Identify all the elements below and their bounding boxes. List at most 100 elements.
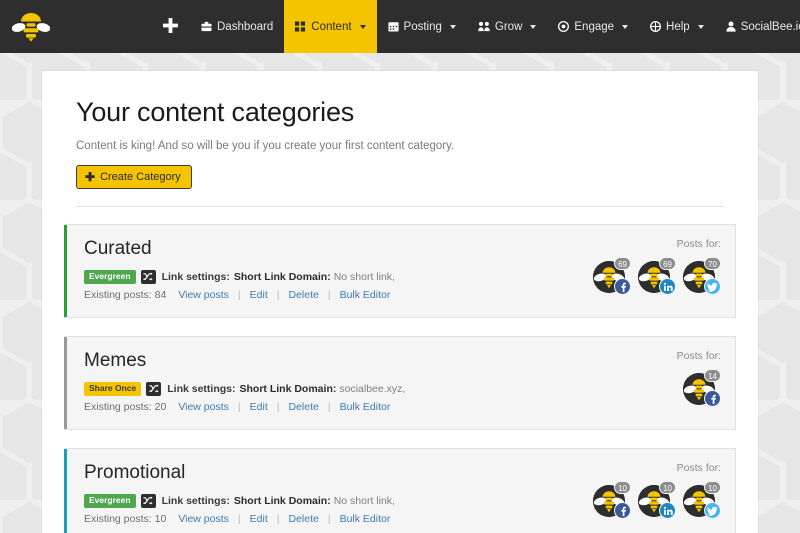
category-card: Curated Evergreen Link settings: Short Link…: [64, 224, 736, 319]
nav-item-content[interactable]: Content: [284, 0, 377, 53]
profile-chip-linkedin[interactable]: 69: [638, 257, 676, 296]
plus-icon: ✚: [85, 170, 96, 185]
add-new-button[interactable]: [150, 0, 190, 53]
nav-item-help[interactable]: Help: [639, 0, 715, 53]
create-category-label: Create Category: [100, 171, 181, 184]
create-category-button[interactable]: ✚ Create Category: [76, 165, 192, 190]
delete-link[interactable]: Delete: [288, 513, 318, 525]
calendar-icon: [388, 21, 399, 32]
category-list: Curated Evergreen Link settings: Short Link…: [42, 207, 758, 533]
nav-item-label: Content: [311, 20, 352, 33]
twitter-icon: [704, 278, 721, 296]
profile-post-count: 10: [614, 481, 631, 495]
category-name: Promotional: [84, 462, 186, 484]
category-details: Memes Share Once Link settings: Short Link …: [84, 350, 665, 413]
view-posts-link[interactable]: View posts: [178, 513, 229, 525]
nav-item-posting[interactable]: Posting: [377, 0, 467, 53]
nav-item-label: Grow: [494, 20, 523, 33]
category-name: Memes: [84, 350, 147, 372]
profile-post-count: 10: [704, 481, 721, 495]
content-panel: Your content categories Content is king!…: [42, 71, 758, 533]
category-meta-row: Evergreen Link settings: Short Link Domain…: [84, 493, 581, 508]
action-separator: |: [276, 400, 280, 413]
profile-chip-facebook[interactable]: 69: [593, 257, 631, 296]
existing-posts: Existing posts: 84: [84, 289, 166, 301]
delete-link[interactable]: Delete: [288, 401, 318, 413]
posts-for-block: Posts for: 14: [665, 350, 721, 408]
page-subtitle: Content is king! And so will be you if y…: [76, 140, 455, 153]
nav-item-engage[interactable]: Engage: [547, 0, 639, 53]
category-actions-row: Existing posts: 20 View posts | Edit | Delete…: [84, 401, 665, 413]
linkedin-icon: [659, 278, 676, 296]
category-card: Promotional Evergreen Link settings: Short …: [64, 448, 736, 533]
delete-link[interactable]: Delete: [288, 289, 318, 301]
page-header: Your content categories Content is king!…: [42, 97, 758, 190]
action-separator: |: [237, 512, 241, 525]
shuffle-icon[interactable]: [140, 269, 156, 284]
nav-item-account[interactable]: SocialBee.io: [715, 0, 800, 53]
profile-row: 10 10 10: [593, 481, 721, 520]
existing-posts-label: Existing posts:: [84, 512, 152, 525]
facebook-icon: [614, 278, 631, 296]
category-meta-row: Share Once Link settings: Short Link Domai…: [84, 381, 665, 396]
linkedin-icon: [659, 502, 676, 520]
profile-post-count: 69: [659, 257, 676, 271]
edit-link[interactable]: Edit: [250, 513, 268, 525]
action-separator: |: [327, 400, 331, 413]
chevron-down-icon: [359, 24, 366, 29]
bulk-editor-link[interactable]: Bulk Editor: [340, 401, 391, 413]
edit-link[interactable]: Edit: [250, 289, 268, 301]
profile-chip-facebook[interactable]: 14: [683, 369, 721, 408]
bee-logo-icon[interactable]: [0, 0, 62, 53]
posts-for-block: Posts for: 69 69 70: [581, 238, 721, 296]
view-posts-link[interactable]: View posts: [178, 401, 229, 413]
short-link-domain-value: No short link,: [333, 270, 395, 283]
status-badge: Share Once: [84, 382, 142, 396]
shuffle-icon[interactable]: [146, 381, 162, 396]
category-actions-row: Existing posts: 84 View posts | Edit | Delete…: [84, 289, 581, 301]
profile-chip-twitter[interactable]: 10: [683, 481, 721, 520]
bulk-editor-link[interactable]: Bulk Editor: [340, 513, 391, 525]
existing-posts-count: 20: [154, 400, 167, 413]
profile-post-count: 10: [659, 481, 676, 495]
profile-chip-twitter[interactable]: 70: [683, 257, 721, 296]
briefcase-icon: [201, 21, 212, 32]
profile-chip-facebook[interactable]: 10: [593, 481, 631, 520]
nav-item-grow[interactable]: Grow: [467, 0, 547, 53]
posts-for-label: Posts for:: [676, 350, 721, 363]
category-details: Promotional Evergreen Link settings: Short …: [84, 462, 581, 525]
category-details: Curated Evergreen Link settings: Short Link…: [84, 238, 581, 301]
bulk-editor-link[interactable]: Bulk Editor: [340, 289, 391, 301]
nav-item-label: Posting: [403, 20, 442, 33]
lifebuoy-icon: [650, 21, 662, 32]
short-link-domain-value: No short link,: [333, 494, 395, 507]
edit-link[interactable]: Edit: [250, 401, 268, 413]
category-accent-bar: [64, 337, 67, 430]
category-accent-bar: [64, 225, 67, 318]
action-separator: |: [237, 400, 241, 413]
short-link-domain-label: Short Link Domain:: [233, 270, 331, 283]
shuffle-icon[interactable]: [140, 493, 156, 508]
chevron-down-icon: [622, 24, 629, 29]
link-settings-label: Link settings:: [167, 382, 236, 395]
profile-chip-linkedin[interactable]: 10: [638, 481, 676, 520]
top-navbar: Dashboard Content Posting Grow Engage He…: [0, 0, 800, 53]
action-separator: |: [327, 512, 331, 525]
navbar-spacer: [62, 0, 150, 53]
view-posts-link[interactable]: View posts: [178, 289, 229, 301]
target-icon: [558, 21, 570, 32]
category-name: Curated: [84, 238, 152, 260]
short-link-domain-value: socialbee.xyz,: [339, 382, 406, 395]
posts-for-label: Posts for:: [676, 462, 721, 475]
nav-item-dashboard[interactable]: Dashboard: [190, 0, 284, 53]
profile-post-count: 70: [704, 257, 721, 271]
link-settings-label: Link settings:: [161, 494, 230, 507]
facebook-icon: [704, 390, 721, 408]
profile-row: 14: [683, 369, 721, 408]
profile-post-count: 14: [704, 369, 721, 383]
action-separator: |: [276, 512, 280, 525]
nav-item-label: SocialBee.io: [740, 20, 800, 33]
nav-item-label: Engage: [574, 20, 615, 33]
link-settings-label: Link settings:: [161, 270, 230, 283]
status-badge: Evergreen: [84, 270, 136, 284]
